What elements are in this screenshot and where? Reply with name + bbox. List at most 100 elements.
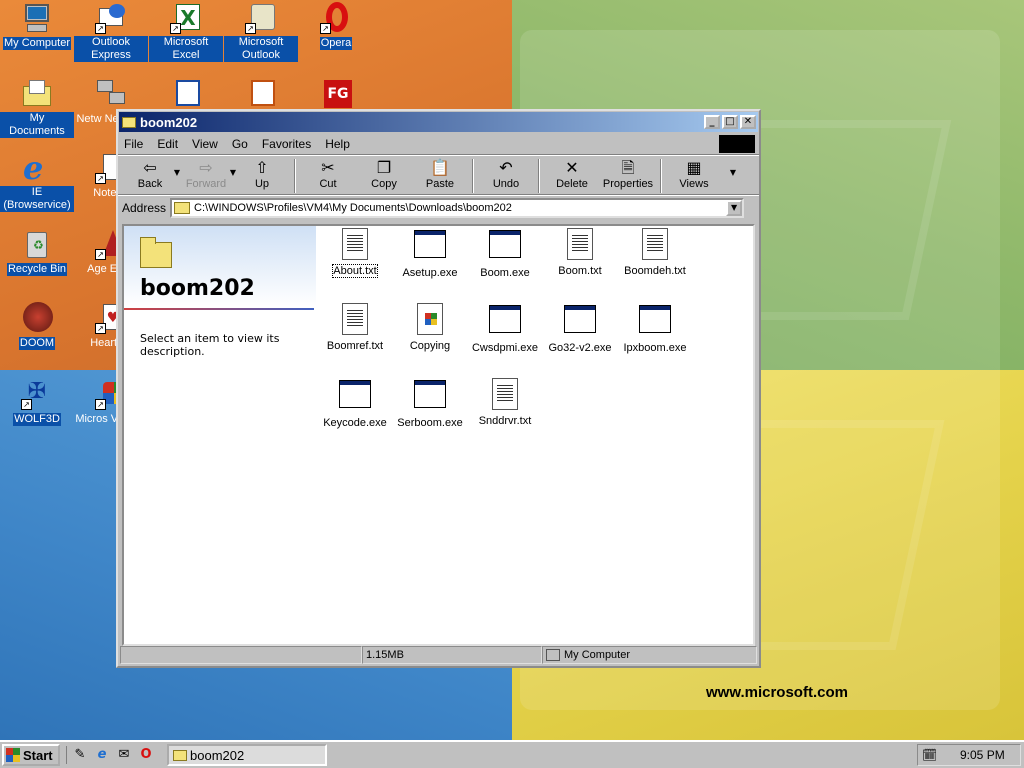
desktop-icon-unknown[interactable] [149,78,223,112]
address-dropdown-button[interactable]: ▼ [726,199,743,216]
clock[interactable]: 9:05 PM [960,748,1005,762]
ie-icon: e [23,149,44,187]
file-item[interactable]: Boom.txt [543,228,617,277]
opera-icon[interactable]: O [137,746,155,764]
desktop-icon-outlook[interactable]: ↗ Microsoft Outlook [224,2,298,62]
desktop-icon-doom[interactable]: DOOM [0,302,74,350]
windows-file-icon [414,303,446,335]
file-item[interactable]: Asetup.exe [393,228,467,279]
file-item[interactable]: Boomdeh.txt [618,228,692,277]
close-button[interactable]: ✕ [740,115,756,129]
chevron-down-icon[interactable]: ▼ [730,168,736,177]
views-grid-icon: ▦ [686,158,702,177]
forward-button[interactable]: ⇨ Forward ▼ [178,156,236,196]
file-item[interactable]: Serboom.exe [393,378,467,429]
desktop-icon-powerpoint[interactable] [224,78,298,112]
desktop-icon-ie[interactable]: e IE (Browservice) [0,152,74,212]
desktop-icon-wolf3d[interactable]: ✠ ↗ WOLF3D [0,378,74,426]
copy-icon: ❐ [376,158,392,177]
menu-go[interactable]: Go [232,137,248,151]
maximize-button[interactable]: □ [722,115,738,129]
desktop-icon-opera[interactable]: ↗ Opera [299,2,373,50]
file-item[interactable]: Cwsdpmi.exe [468,303,542,354]
address-label: Address [122,200,167,215]
file-item[interactable]: Keycode.exe [318,378,392,429]
desktop-icon-label: My Documents [0,112,74,138]
menu-edit[interactable]: Edit [157,137,178,151]
file-item[interactable]: Boom.exe [468,228,542,279]
file-item[interactable]: Copying [393,303,467,352]
menu-help[interactable]: Help [325,137,350,151]
minimize-button[interactable]: _ [704,115,720,129]
file-name: About.txt [332,264,378,278]
up-label: Up [254,178,270,190]
address-input[interactable]: C:\WINDOWS\Profiles\VM4\My Documents\Dow… [170,197,745,218]
address-bar: Address C:\WINDOWS\Profiles\VM4\My Docum… [118,195,759,219]
taskbar-window-label: boom202 [190,747,245,763]
status-bar: 1.15MB My Computer [120,646,757,664]
back-label: Back [137,178,163,190]
exe-file-icon [489,305,521,337]
outlook-express-icon[interactable]: ✉ [115,746,133,764]
menu-view[interactable]: View [192,137,218,151]
desktop-icon-excel[interactable]: X ↗ Microsoft Excel [149,2,223,62]
menu-favorites[interactable]: Favorites [262,137,311,151]
file-name: Ipxboom.exe [623,342,687,354]
properties-button[interactable]: 🗎 Properties [600,156,656,196]
undo-label: Undo [492,178,520,190]
copy-button[interactable]: ❐ Copy [356,156,412,196]
file-item[interactable]: Boomref.txt [318,303,392,352]
taskbar: Start ✎ e ✉ O boom202 🗓 9:05 PM [0,740,1024,768]
start-label: Start [23,747,53,763]
taskbar-window-button[interactable]: boom202 [167,744,327,766]
file-name: Go32-v2.exe [548,342,612,354]
folder-icon [140,237,172,268]
start-button[interactable]: Start [2,744,60,766]
file-item[interactable]: Snddrvr.txt [468,378,542,427]
status-objects [120,646,362,664]
ie-icon[interactable]: e [93,746,111,764]
desktop-icon-fg[interactable]: FG [299,78,373,112]
copy-label: Copy [371,178,397,190]
toolbar: ⇦ Back ▼ ⇨ Forward ▼ ⇧ Up ✂ Cut ❐ Copy 📋… [118,155,759,195]
desktop-icon-label: Microsoft Excel [149,36,223,62]
undo-button[interactable]: ↶ Undo [478,156,534,196]
wallpaper-website: www.microsoft.com [706,684,848,701]
desktop-icon-outlook-express[interactable]: ↗ Outlook Express [74,2,148,62]
desktop-icon-my-documents[interactable]: My Documents [0,78,74,138]
scheduler-icon[interactable]: 🗓 [922,747,938,763]
file-item[interactable]: Ipxboom.exe [618,303,692,354]
delete-label: Delete [556,178,588,190]
file-item[interactable]: About.txt [318,228,392,278]
system-tray: 🗓 9:05 PM [917,744,1021,766]
desktop-icon-label: Microsoft Outlook [224,36,298,62]
desktop-icon-my-computer[interactable]: My Computer [0,2,74,50]
status-zone: My Computer [542,646,757,664]
desktop-icon-recycle-bin[interactable]: ♻ Recycle Bin [0,228,74,276]
menu-file[interactable]: File [124,137,143,151]
computer-icon [21,2,53,34]
desktop-icon-label: WOLF3D [13,413,61,426]
file-name: Asetup.exe [402,267,458,279]
file-name: Snddrvr.txt [478,415,532,427]
status-size: 1.15MB [362,646,542,664]
desktop-icon-label: My Computer [2,37,72,50]
folder-title: boom202 [140,276,255,301]
forward-arrow-icon: ⇨ [199,158,213,177]
text-file-icon [639,228,671,260]
show-desktop-icon[interactable]: ✎ [71,746,89,764]
up-button[interactable]: ⇧ Up [234,156,290,196]
paste-button[interactable]: 📋 Paste [412,156,468,196]
properties-icon: 🗎 [621,158,635,177]
file-list: About.txt Asetup.exe Boom.exe Boom.txt B… [318,226,748,644]
views-button[interactable]: ▦ Views ▼ [666,156,736,196]
delete-button[interactable]: ✕ Delete [544,156,600,196]
folder-content: boom202 Select an item to view its descr… [122,224,755,646]
wolf3d-icon: ✠ ↗ [21,378,53,410]
file-item[interactable]: Go32-v2.exe [543,303,617,354]
folder-icon [122,116,136,128]
back-button[interactable]: ⇦ Back ▼ [122,156,180,196]
fg-icon: FG [320,78,352,110]
title-bar[interactable]: boom202 _ □ ✕ [119,112,758,132]
cut-button[interactable]: ✂ Cut [300,156,356,196]
